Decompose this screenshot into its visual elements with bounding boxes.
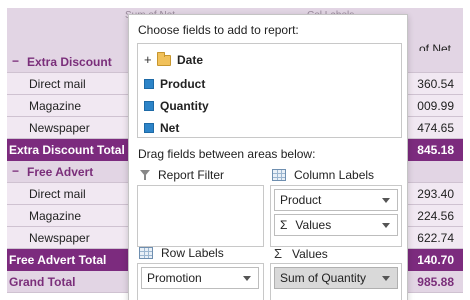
row-label: Magazine (29, 209, 82, 223)
field-item-date[interactable]: + Date (144, 51, 203, 69)
column-labels-icon (272, 169, 286, 181)
row-label: Newspaper (29, 231, 90, 245)
row-label: Free Advert (27, 165, 94, 179)
row-labels-title: Row Labels (161, 246, 224, 260)
value-field-sum-of-quantity[interactable]: Sum of Quantity (274, 267, 398, 289)
expand-icon[interactable]: + (144, 53, 154, 66)
cell-value: 009.99 (417, 99, 454, 113)
collapse-icon[interactable]: − (12, 54, 19, 68)
filter-icon (140, 170, 150, 180)
combo-label: Values (295, 218, 332, 232)
column-labels-header: Column Labels (272, 168, 374, 182)
values-area[interactable]: Sum of Quantity (270, 263, 402, 300)
field-item-product[interactable]: Product (144, 75, 205, 93)
cell-value: 293.40 (417, 187, 454, 201)
collapse-icon[interactable]: − (12, 164, 19, 178)
report-filter-title: Report Filter (158, 168, 225, 182)
column-labels-title: Column Labels (294, 168, 375, 182)
cell-value: 622.74 (417, 231, 454, 245)
row-labels-area[interactable]: Promotion (137, 263, 264, 300)
checkbox-checked[interactable] (144, 123, 154, 133)
dropdown-arrow-icon[interactable] (382, 223, 390, 228)
row-label: Magazine (29, 99, 82, 113)
dropdown-arrow-icon[interactable] (382, 198, 390, 203)
field-item-net[interactable]: Net (144, 119, 179, 137)
cell-value: 474.65 (417, 121, 454, 135)
row-label: Extra Discount (27, 55, 112, 69)
row-label: Grand Total (9, 275, 76, 289)
field-label: Product (160, 77, 206, 91)
combo-label: Promotion (147, 271, 202, 285)
field-label: Quantity (160, 99, 209, 113)
choose-fields-caption: Choose fields to add to report: (138, 23, 299, 37)
field-list-box: + Date Product Quantity Net (137, 43, 402, 138)
row-label: Extra Discount Total (9, 143, 125, 157)
sigma-icon: Σ (274, 246, 283, 261)
row-label: Direct mail (29, 77, 86, 91)
report-filter-area[interactable] (137, 185, 264, 247)
row-labels-header: Row Labels (139, 246, 224, 260)
checkbox-checked[interactable] (144, 79, 154, 89)
combo-label: Sum of Quantity (280, 271, 367, 285)
field-label: Net (160, 121, 180, 135)
dropdown-arrow-icon[interactable] (243, 276, 251, 281)
row-label: Newspaper (29, 121, 90, 135)
column-labels-area[interactable]: Product Σ Values (270, 185, 402, 247)
combo-label: Product (280, 193, 322, 207)
column-field-product[interactable]: Product (274, 189, 398, 211)
cell-value: 140.70 (417, 253, 454, 267)
cell-value: 845.18 (417, 143, 454, 157)
checkbox-checked[interactable] (144, 101, 154, 111)
dropdown-arrow-icon[interactable] (382, 276, 390, 281)
row-labels-icon (139, 247, 153, 259)
cell-value: 224.56 (417, 209, 454, 223)
cell-value: 985.88 (417, 275, 454, 289)
folder-icon (157, 51, 171, 66)
row-label: Free Advert Total (9, 253, 107, 267)
field-label: Date (177, 53, 204, 67)
values-title: Values (292, 246, 328, 261)
report-filter-header: Report Filter (140, 168, 224, 182)
values-header: Σ Values (274, 246, 328, 261)
pivot-field-list: Choose fields to add to report: + Date P… (128, 14, 408, 300)
row-label: Direct mail (29, 187, 86, 201)
column-field-values[interactable]: Σ Values (274, 214, 398, 236)
field-item-quantity[interactable]: Quantity (144, 97, 209, 115)
row-field-promotion[interactable]: Promotion (141, 267, 259, 289)
cell-value: 360.54 (417, 77, 454, 91)
drag-fields-caption: Drag fields between areas below: (138, 147, 316, 161)
sigma-icon: Σ (280, 218, 288, 232)
